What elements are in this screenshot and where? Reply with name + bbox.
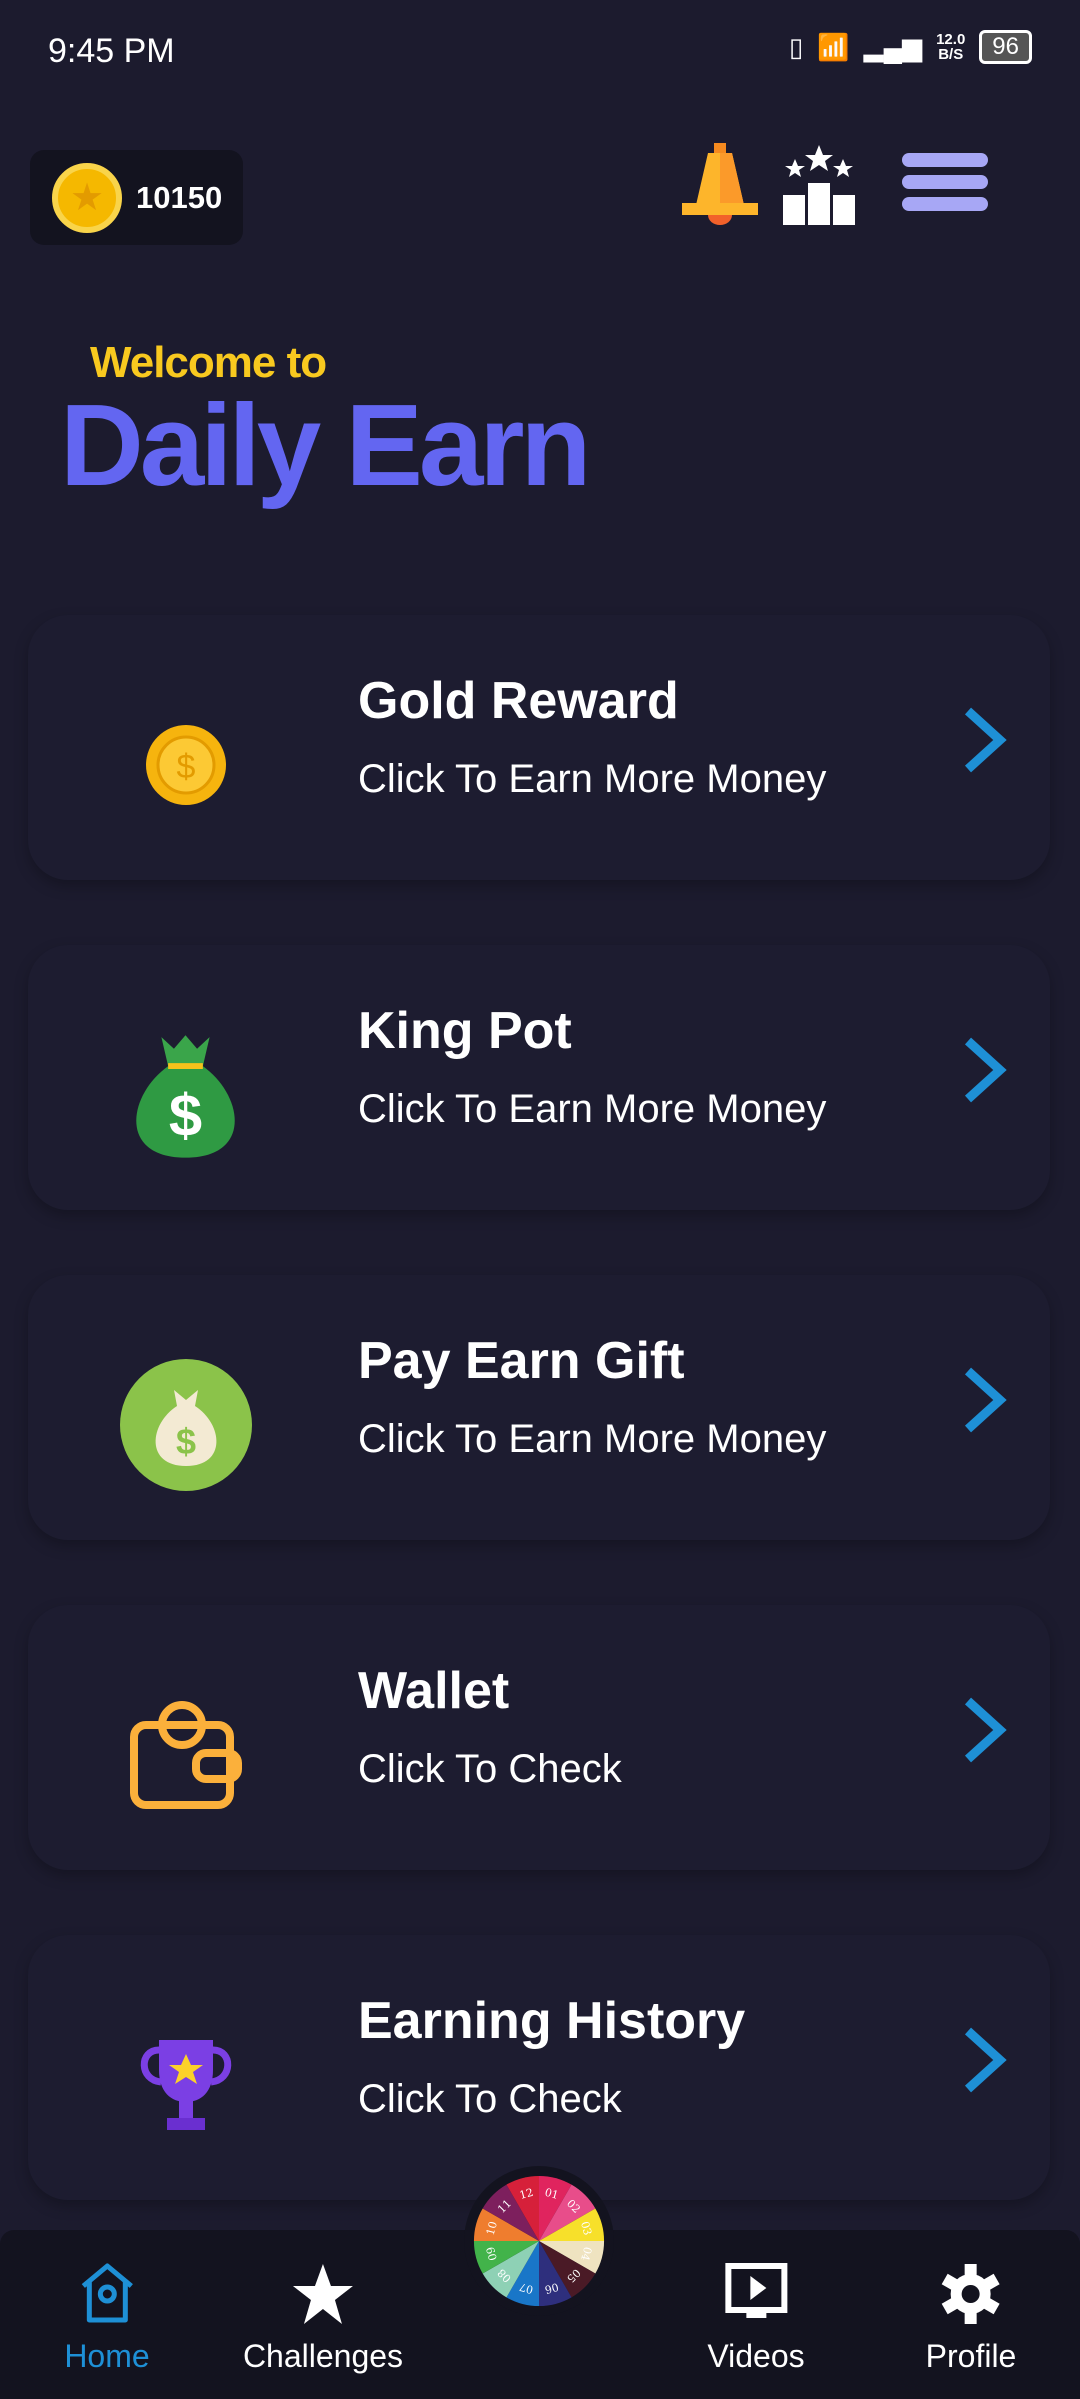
app-title: Daily Earn: [60, 380, 591, 510]
nav-challenges[interactable]: Challenges: [243, 2262, 403, 2375]
nav-home[interactable]: Home: [64, 2262, 150, 2375]
home-icon: [81, 2263, 133, 2323]
card-title: Earning History: [358, 1992, 746, 2050]
chevron-right-icon[interactable]: [960, 2025, 1010, 2095]
chevron-right-icon[interactable]: [960, 1365, 1010, 1435]
wifi-icon: 📶: [817, 31, 850, 62]
card-subtitle: Click To Earn More Money: [358, 1087, 827, 1131]
card-subtitle: Click To Earn More Money: [358, 757, 827, 801]
svg-text:$: $: [169, 1081, 202, 1148]
card-title: Wallet: [358, 1662, 510, 1720]
wallet-icon: [118, 1687, 253, 1822]
card-king-pot[interactable]: $ King Pot Click To Earn More Money: [28, 945, 1050, 1210]
card-earning-history[interactable]: Earning History Click To Check: [28, 1935, 1050, 2200]
gear-icon: [942, 2264, 1000, 2324]
net-speed: 12.0 B/S: [936, 31, 966, 63]
video-icon: [724, 2263, 787, 2318]
signal-icon: ▂▄▆: [863, 31, 923, 62]
card-title: Gold Reward: [358, 672, 679, 730]
card-subtitle: Click To Check: [358, 1747, 622, 1791]
status-time: 9:45 PM: [48, 32, 175, 70]
card-pay-earn-gift[interactable]: $ Pay Earn Gift Click To Earn More Money: [28, 1275, 1050, 1540]
chevron-right-icon[interactable]: [960, 1035, 1010, 1105]
card-title: King Pot: [358, 1002, 572, 1060]
status-icons: ▯ 📶 ▂▄▆ 12.0 B/S 96: [789, 30, 1032, 64]
spin-wheel-button[interactable]: 01 02 03 04 05 06 07 08 09 10 11 12: [464, 2166, 614, 2316]
svg-text:$: $: [176, 748, 195, 786]
nav-profile[interactable]: Profile: [926, 2262, 1016, 2375]
leaderboard-icon[interactable]: [780, 145, 858, 225]
card-gold-reward[interactable]: $ Gold Reward Click To Earn More Money: [28, 615, 1050, 880]
gift-bag-icon: $: [118, 1357, 253, 1492]
card-title: Pay Earn Gift: [358, 1332, 685, 1390]
nav-videos[interactable]: Videos: [707, 2262, 805, 2375]
vibrate-icon: ▯: [788, 31, 804, 62]
card-subtitle: Click To Check: [358, 2077, 622, 2121]
svg-text:$: $: [175, 1421, 195, 1462]
spin-wheel-icon: 010203040506070809101112: [473, 2175, 605, 2307]
star-icon: [292, 2264, 353, 2324]
battery-icon: 96: [979, 30, 1032, 64]
trophy-icon: [118, 2017, 253, 2152]
menu-icon[interactable]: [902, 153, 988, 213]
coin-balance[interactable]: ★ 10150: [30, 150, 243, 245]
chevron-right-icon[interactable]: [960, 1695, 1010, 1765]
chevron-right-icon[interactable]: [960, 705, 1010, 775]
card-subtitle: Click To Earn More Money: [358, 1417, 827, 1461]
coin-icon: ★: [52, 162, 122, 233]
money-bag-icon: $: [118, 1027, 253, 1162]
coin-count: 10150: [136, 179, 223, 215]
bell-icon[interactable]: [680, 143, 760, 225]
gold-coin-icon: $: [118, 697, 253, 832]
card-wallet[interactable]: Wallet Click To Check: [28, 1605, 1050, 1870]
